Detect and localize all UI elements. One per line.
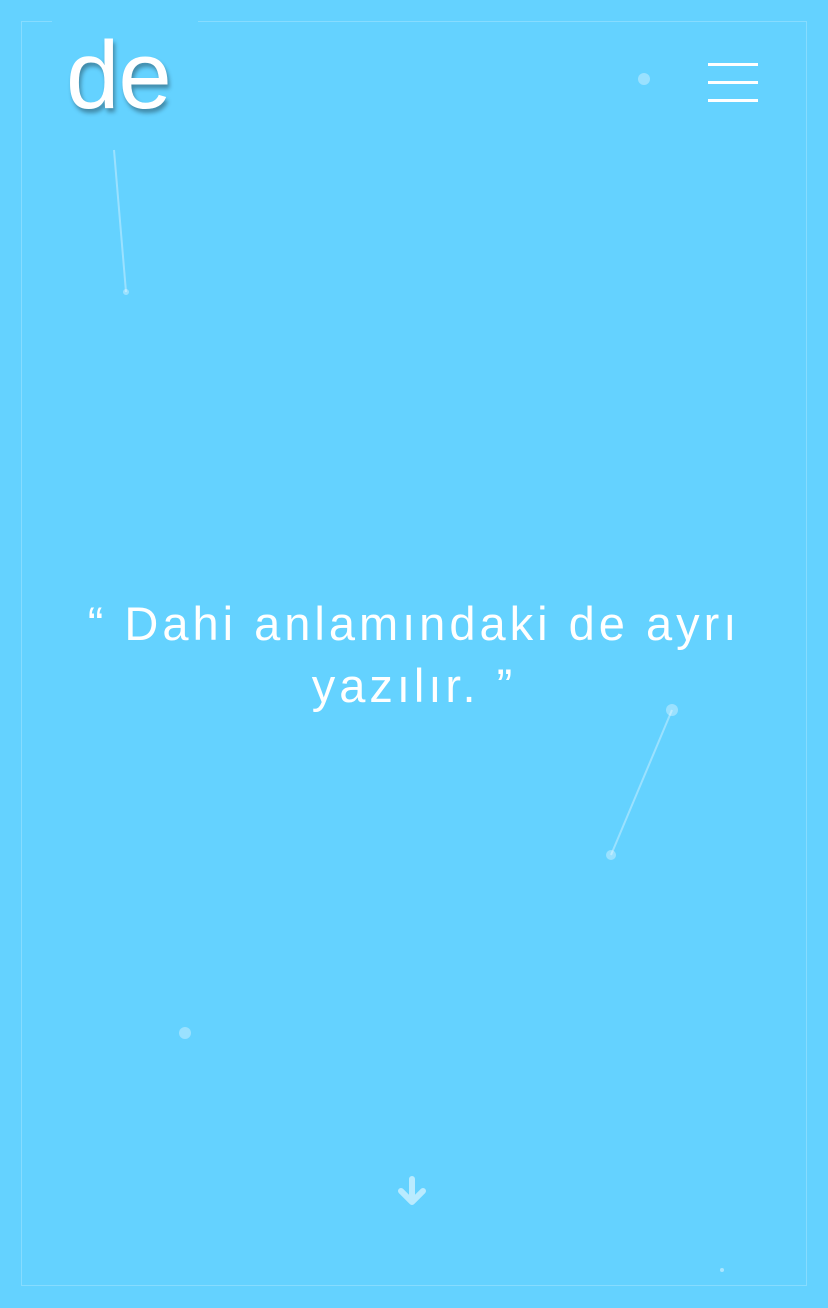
hamburger-menu-icon-bar bbox=[708, 63, 758, 66]
site-logo[interactable]: de bbox=[66, 20, 172, 132]
hamburger-menu-icon-bar bbox=[708, 81, 758, 84]
hamburger-menu-icon-bar bbox=[708, 99, 758, 102]
arrow-down-icon bbox=[398, 1176, 426, 1205]
scroll-down-button[interactable] bbox=[396, 1175, 428, 1209]
hero-quote: “ Dahi anlamındaki de ayrı yazılır. ” bbox=[87, 597, 741, 712]
menu-button[interactable] bbox=[702, 56, 764, 112]
